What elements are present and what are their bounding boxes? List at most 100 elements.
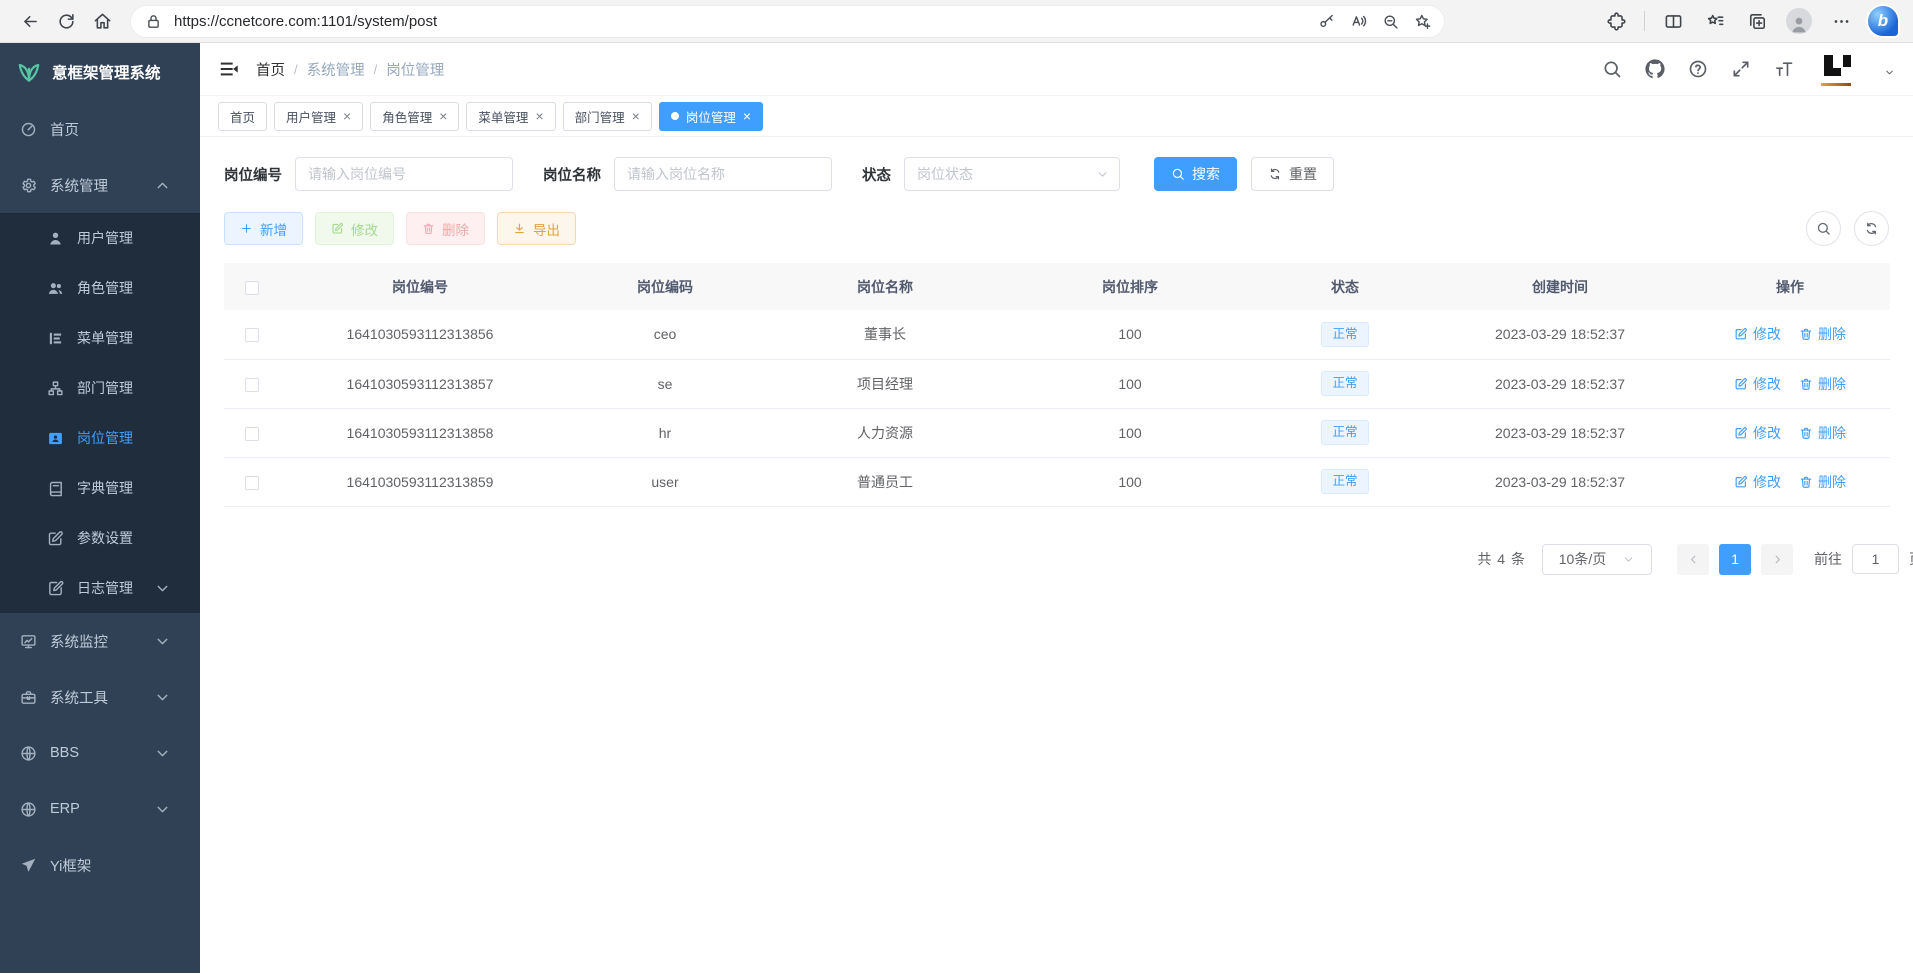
- close-icon[interactable]: ×: [439, 109, 447, 123]
- profile-button[interactable]: [1781, 4, 1817, 38]
- add-button[interactable]: 新增: [224, 212, 303, 245]
- sidebar-item-system-mgmt[interactable]: 系统管理: [0, 157, 200, 213]
- delete-button[interactable]: 删除: [406, 212, 485, 245]
- sidebar-item-role-mgmt[interactable]: 角色管理: [0, 263, 200, 313]
- modify-button[interactable]: 修改: [315, 212, 394, 245]
- close-icon[interactable]: ×: [535, 109, 543, 123]
- user-avatar[interactable]: [1821, 54, 1855, 84]
- edit-row-button[interactable]: 修改: [1734, 423, 1781, 443]
- next-page-button[interactable]: [1761, 544, 1793, 575]
- home-button[interactable]: [84, 4, 120, 38]
- refresh-table-button[interactable]: [1854, 211, 1889, 246]
- sidebar-item-menu-mgmt[interactable]: 菜单管理: [0, 313, 200, 363]
- delete-row-button[interactable]: 删除: [1799, 423, 1846, 443]
- close-icon[interactable]: ×: [632, 109, 640, 123]
- sidebar-item-post-mgmt[interactable]: 岗位管理: [0, 413, 200, 463]
- sidebar-item-user-mgmt[interactable]: 用户管理: [0, 213, 200, 263]
- delete-row-button[interactable]: 删除: [1799, 374, 1846, 394]
- sidebar-item-param-settings[interactable]: 参数设置: [0, 513, 200, 563]
- zoom-out-icon: [1382, 13, 1399, 30]
- edit-row-button[interactable]: 修改: [1734, 374, 1781, 394]
- breadcrumb-item[interactable]: 岗位管理: [386, 59, 444, 80]
- row-checkbox[interactable]: [245, 427, 259, 441]
- refresh-button[interactable]: [48, 4, 84, 38]
- delete-row-button[interactable]: 删除: [1799, 324, 1846, 344]
- collections-button[interactable]: [1739, 4, 1775, 38]
- sidebar-item-system-tools[interactable]: 系统工具: [0, 669, 200, 725]
- password-button[interactable]: [1310, 7, 1342, 35]
- help-button[interactable]: [1688, 59, 1708, 79]
- edit-icon: [1734, 327, 1748, 341]
- sidebar-item-log-mgmt[interactable]: 日志管理: [0, 563, 200, 613]
- gear-icon: [20, 177, 37, 194]
- sidebar-item-erp[interactable]: ERP: [0, 781, 200, 837]
- more-button[interactable]: [1823, 4, 1859, 38]
- github-button[interactable]: [1645, 59, 1665, 79]
- goto-page-input[interactable]: [1852, 544, 1899, 574]
- edit-row-button[interactable]: 修改: [1734, 324, 1781, 344]
- reset-button[interactable]: 重置: [1251, 157, 1334, 191]
- select-all-checkbox[interactable]: [245, 281, 259, 295]
- sidebar-item-dept-mgmt[interactable]: 部门管理: [0, 363, 200, 413]
- address-bar[interactable]: https://ccnetcore.com:1101/system/post: [130, 5, 1445, 38]
- sidebar-item-home[interactable]: 首页: [0, 101, 200, 157]
- status-badge: 正常: [1321, 469, 1368, 494]
- sidebar-item-system-monitor[interactable]: 系统监控: [0, 613, 200, 669]
- header-search-button[interactable]: [1602, 59, 1622, 79]
- edit-row-button[interactable]: 修改: [1734, 472, 1781, 492]
- prev-page-button[interactable]: [1677, 544, 1709, 575]
- button-label: 修改: [351, 219, 378, 239]
- cell-post-no: 1641030593112313857: [280, 359, 560, 408]
- fullscreen-button[interactable]: [1731, 59, 1751, 79]
- tab-home[interactable]: 首页: [218, 102, 267, 131]
- app-logo[interactable]: 意框架管理系统: [0, 43, 200, 101]
- breadcrumb-item[interactable]: 首页: [256, 59, 285, 80]
- font-size-button[interactable]: [1774, 59, 1794, 79]
- search-icon: [1602, 59, 1622, 79]
- show-search-button[interactable]: [1806, 211, 1841, 246]
- chevron-down-icon: [154, 745, 171, 762]
- post-name-input[interactable]: [614, 157, 832, 191]
- export-button[interactable]: 导出: [497, 212, 576, 245]
- sync-icon: [1864, 221, 1879, 236]
- pagination: 共 4 条 10条/页 1 前往 页: [224, 544, 1913, 575]
- favorites-button[interactable]: [1697, 4, 1733, 38]
- read-aloud-button[interactable]: [1342, 7, 1374, 35]
- bing-chat-button[interactable]: b: [1865, 4, 1901, 38]
- close-icon[interactable]: ×: [343, 109, 351, 123]
- tab-dept-mgmt[interactable]: 部门管理×: [563, 102, 652, 131]
- sidebar-item-yi-framework[interactable]: Yi框架: [0, 837, 200, 893]
- sidebar-toggle[interactable]: [218, 58, 240, 80]
- url-text[interactable]: https://ccnetcore.com:1101/system/post: [174, 13, 1310, 30]
- post-no-input[interactable]: [295, 157, 513, 191]
- row-checkbox[interactable]: [245, 378, 259, 392]
- page-number-button[interactable]: 1: [1719, 544, 1751, 575]
- breadcrumb-item[interactable]: 系统管理: [307, 59, 365, 80]
- tab-user-mgmt[interactable]: 用户管理×: [274, 102, 363, 131]
- cell-code: ceo: [560, 310, 770, 359]
- tab-post-mgmt[interactable]: 岗位管理×: [659, 102, 763, 131]
- row-checkbox[interactable]: [245, 476, 259, 490]
- close-icon[interactable]: ×: [743, 109, 751, 123]
- favorite-add-button[interactable]: [1406, 7, 1438, 35]
- key-icon: [1318, 13, 1335, 30]
- back-button[interactable]: [12, 4, 48, 38]
- search-button[interactable]: 搜索: [1154, 157, 1237, 191]
- page-size-select[interactable]: 10条/页: [1542, 544, 1652, 575]
- fullscreen-icon: [1731, 59, 1751, 79]
- zoom-out-button[interactable]: [1374, 7, 1406, 35]
- table-tools: [1806, 211, 1889, 246]
- edit-icon: [1734, 377, 1748, 391]
- sidebar-item-dict-mgmt[interactable]: 字典管理: [0, 463, 200, 513]
- row-checkbox[interactable]: [245, 328, 259, 342]
- tab-menu-mgmt[interactable]: 菜单管理×: [466, 102, 555, 131]
- avatar-dropdown-icon[interactable]: [1884, 67, 1895, 78]
- status-select[interactable]: 岗位状态: [904, 157, 1120, 191]
- cell-name: 项目经理: [770, 359, 1000, 408]
- delete-row-button[interactable]: 删除: [1799, 472, 1846, 492]
- extensions-button[interactable]: [1598, 4, 1634, 38]
- split-screen-button[interactable]: [1655, 4, 1691, 38]
- sidebar-item-bbs[interactable]: BBS: [0, 725, 200, 781]
- sidebar-item-label: ERP: [50, 801, 80, 817]
- tab-role-mgmt[interactable]: 角色管理×: [370, 102, 459, 131]
